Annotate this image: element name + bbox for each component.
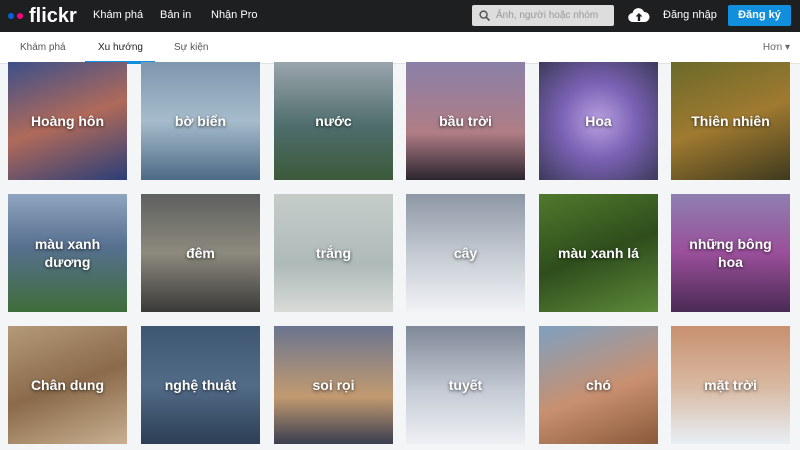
tag-tile-label: Hoàng hôn	[30, 112, 105, 129]
tag-tile-label: Chân dung	[30, 376, 105, 393]
tag-tile-label: bầu trời	[439, 112, 492, 129]
tag-tile[interactable]: nghệ thuật	[141, 326, 260, 444]
tag-tile[interactable]: cây	[406, 194, 525, 312]
tag-tile-label: Thiên nhiên	[691, 112, 770, 129]
tag-tile[interactable]: tuyết	[406, 326, 525, 444]
tag-tile-label: bờ biển	[174, 112, 227, 129]
tag-tile-label: Hoa	[585, 112, 612, 129]
tag-tile[interactable]: bầu trời	[406, 62, 525, 180]
tag-tile-label: nghệ thuật	[164, 376, 237, 393]
tag-tile[interactable]: trắng	[274, 194, 393, 312]
tag-tile-label: soi rọi	[312, 376, 355, 393]
tag-tile-label: chó	[586, 376, 611, 393]
pink-dot-icon	[17, 13, 23, 19]
tag-tile[interactable]: nước	[274, 62, 393, 180]
tab-trending[interactable]: Xu hướng	[98, 42, 143, 53]
tag-tile[interactable]: Chân dung	[8, 326, 127, 444]
tag-tile-label: mặt trời	[704, 376, 757, 393]
nav-get-pro[interactable]: Nhận Pro	[211, 9, 257, 21]
signup-button[interactable]: Đăng ký	[728, 5, 791, 26]
search-input[interactable]: Ảnh, người hoặc nhóm	[472, 5, 614, 26]
logo-text: flickr	[29, 5, 77, 27]
nav-explore[interactable]: Khám phá	[93, 9, 143, 21]
top-bar: flickr Khám phá Bản in Nhận Pro Ảnh, ngư…	[0, 0, 800, 32]
tag-tile-label: trắng	[316, 244, 351, 261]
tag-tile[interactable]: Hoàng hôn	[8, 62, 127, 180]
tag-tile-label: nước	[315, 112, 352, 129]
tag-tile[interactable]: chó	[539, 326, 658, 444]
tag-tile-label: đêm	[186, 244, 215, 261]
nav-prints[interactable]: Bản in	[160, 9, 191, 21]
more-dropdown[interactable]: Hơn ▾	[763, 42, 790, 53]
tag-tile[interactable]: Thiên nhiên	[671, 62, 790, 180]
blue-dot-icon	[8, 13, 14, 19]
tag-tile[interactable]: soi rọi	[274, 326, 393, 444]
tag-tile[interactable]: đêm	[141, 194, 260, 312]
tab-events[interactable]: Sự kiện	[174, 42, 209, 53]
tag-tile-label: màu xanh dương	[34, 235, 101, 270]
login-link[interactable]: Đăng nhập	[663, 9, 717, 21]
tag-tile[interactable]: màu xanh dương	[8, 194, 127, 312]
tag-tile[interactable]: bờ biển	[141, 62, 260, 180]
tag-tile[interactable]: mặt trời	[671, 326, 790, 444]
search-placeholder: Ảnh, người hoặc nhóm	[496, 10, 599, 21]
tag-tile-label: cây	[453, 244, 478, 261]
search-icon	[479, 10, 490, 21]
tag-tile[interactable]: những bông hoa	[671, 194, 790, 312]
flickr-logo[interactable]: flickr	[8, 6, 77, 26]
tag-tile-label: tuyết	[448, 376, 483, 393]
tag-tile[interactable]: màu xanh lá	[539, 194, 658, 312]
upload-cloud-icon[interactable]	[628, 7, 650, 23]
tag-tile-label: màu xanh lá	[558, 244, 639, 261]
tag-tile-label: những bông hoa	[689, 235, 772, 270]
tab-explore[interactable]: Khám phá	[20, 42, 66, 53]
tag-tile[interactable]: Hoa	[539, 62, 658, 180]
sub-nav: Khám phá Xu hướng Sự kiện Hơn ▾	[0, 32, 800, 64]
